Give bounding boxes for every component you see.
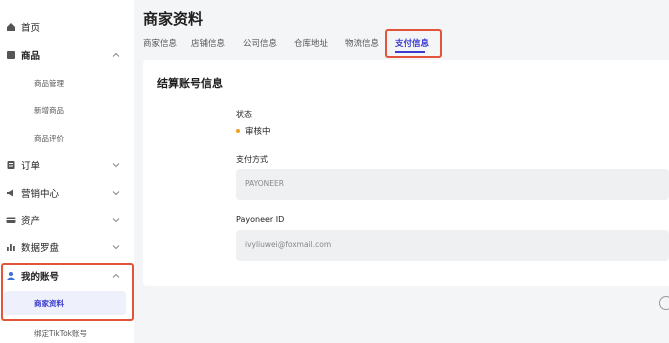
sidebar-item-home[interactable]: 首页: [0, 20, 134, 34]
status-value: 审核中: [245, 127, 271, 137]
tab-store-info[interactable]: 店铺信息: [191, 37, 225, 49]
tab-warehouse-address[interactable]: 仓库地址: [294, 37, 328, 49]
sidebar-item-assets[interactable]: 资产: [0, 213, 134, 227]
sidebar-item-label: 商品评价: [34, 134, 64, 143]
chevron-down-icon: [112, 163, 120, 168]
marketing-icon: [6, 188, 16, 198]
status-label: 状态: [236, 110, 252, 119]
chart-icon: [6, 242, 16, 252]
sidebar-item-label: 数据罗盘: [21, 243, 60, 254]
tab-merchant-info[interactable]: 商家信息: [143, 37, 177, 49]
sidebar-item-product[interactable]: 商品: [0, 48, 134, 62]
sidebar-item-bind-tiktok[interactable]: 绑定TikTok账号: [0, 328, 134, 338]
page-title: 商家资料: [143, 10, 204, 28]
tab-company-info[interactable]: 公司信息: [243, 37, 277, 49]
payoneer-id-label: Payoneer ID: [236, 215, 285, 224]
sidebar-item-label: 商品管理: [34, 79, 64, 88]
sidebar-item-label: 订单: [21, 161, 41, 172]
sidebar-item-label: 首页: [21, 23, 41, 34]
order-icon: [6, 160, 16, 170]
chevron-up-icon: [112, 52, 120, 57]
payment-method-label: 支付方式: [236, 155, 268, 164]
chevron-down-icon: [112, 245, 120, 250]
help-icon[interactable]: [659, 296, 669, 310]
highlight-box-tab: [385, 29, 442, 58]
product-icon: [6, 50, 16, 60]
sidebar-item-marketing[interactable]: 营销中心: [0, 186, 134, 200]
sidebar-item-orders[interactable]: 订单: [0, 158, 134, 172]
sidebar-item-product-manage[interactable]: 商品管理: [0, 78, 134, 88]
wallet-icon: [6, 215, 16, 225]
sidebar-item-add-product[interactable]: 新增商品: [0, 105, 134, 115]
sidebar-item-label: 营销中心: [21, 189, 60, 200]
section-title: 结算账号信息: [157, 77, 223, 90]
status-dot-icon: [236, 129, 240, 133]
status-badge: 审核中: [236, 125, 271, 137]
sidebar-item-data-compass[interactable]: 数据罗盘: [0, 240, 134, 254]
payment-method-value: PAYONEER: [245, 179, 284, 188]
sidebar-item-label: 商品: [21, 51, 41, 62]
sidebar-item-label: 新增商品: [34, 106, 64, 115]
highlight-box-account: [1, 263, 134, 321]
chevron-down-icon: [112, 218, 120, 223]
chevron-down-icon: [112, 191, 120, 196]
sidebar-item-label: 资产: [21, 216, 41, 227]
tab-logistics-info[interactable]: 物流信息: [345, 37, 379, 49]
payment-method-field[interactable]: PAYONEER: [236, 169, 669, 200]
home-icon: [6, 22, 16, 32]
sidebar-item-label: 绑定TikTok账号: [34, 329, 88, 338]
payoneer-id-value: ivyliuwei@foxmail.com: [245, 240, 332, 249]
sidebar-item-product-reviews[interactable]: 商品评价: [0, 133, 134, 143]
payoneer-id-field[interactable]: ivyliuwei@foxmail.com: [236, 230, 669, 261]
